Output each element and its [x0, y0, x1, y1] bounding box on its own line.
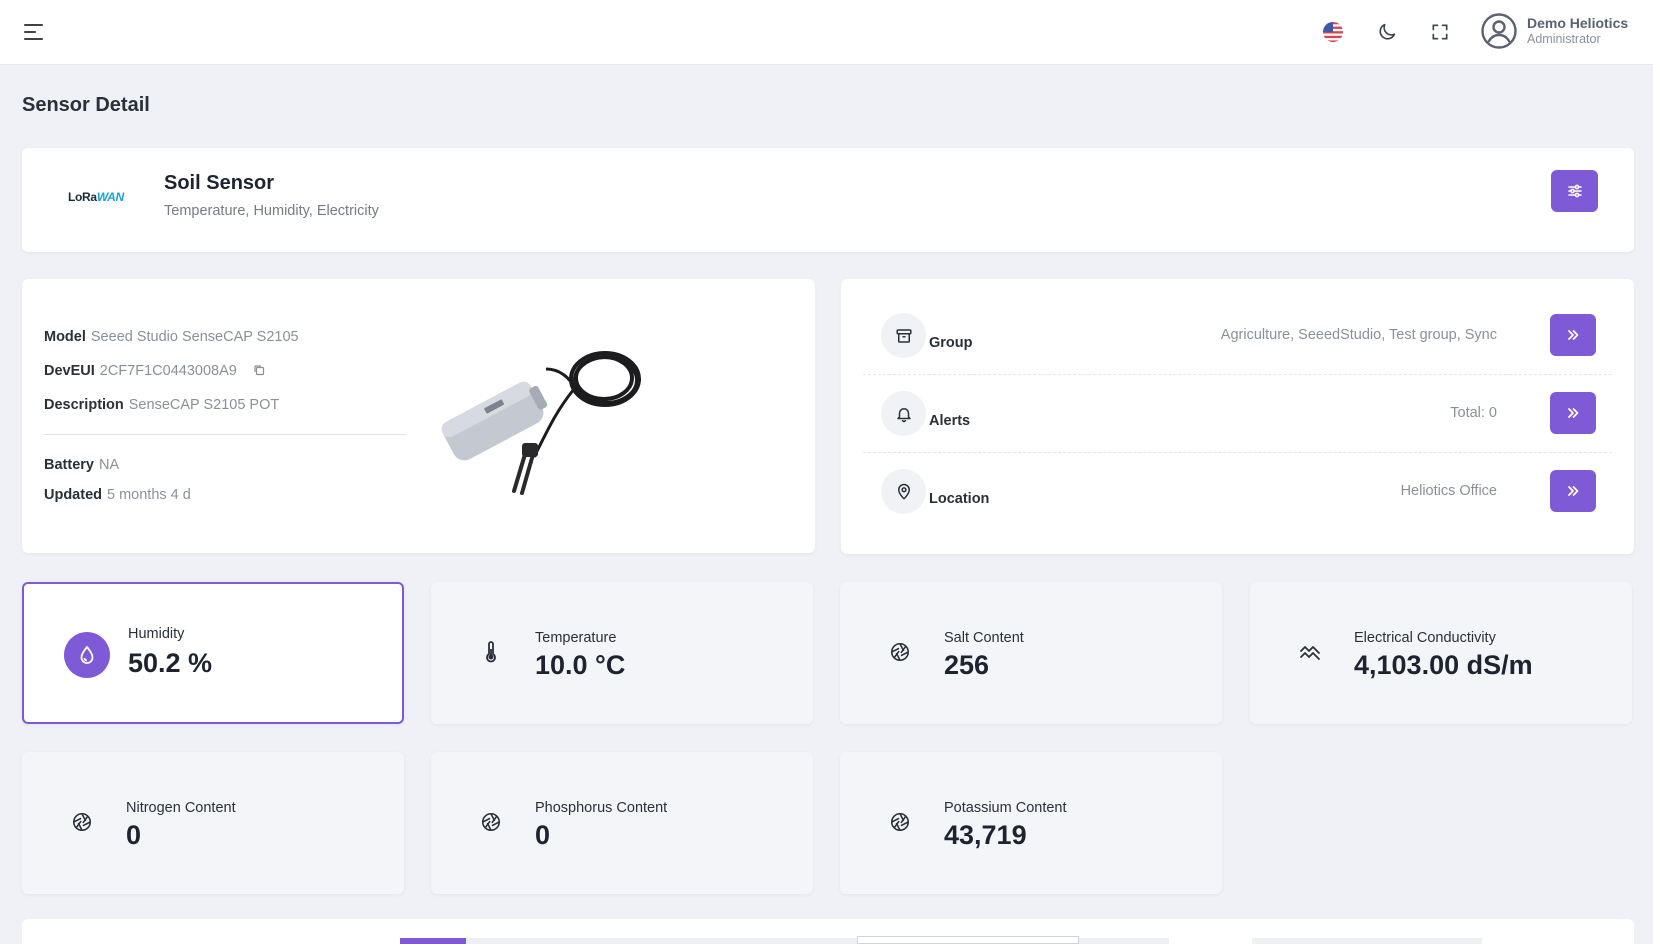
chevrons-right-icon [1568, 486, 1579, 496]
metric-value: 0 [535, 820, 551, 850]
aperture-icon [886, 638, 914, 666]
user-menu[interactable]: Demo Heliotics Administrator [1480, 12, 1628, 50]
group-label: Group [929, 335, 973, 351]
user-role: Administrator [1527, 32, 1601, 46]
metric-card-phosphorus[interactable]: Phosphorus Content 0 [431, 752, 813, 894]
user-circle-icon [1481, 13, 1517, 49]
menu-icon[interactable] [24, 24, 44, 42]
alerts-value: Total: 0 [1450, 405, 1497, 421]
alerts-label: Alerts [929, 413, 971, 429]
group-row: Group Agriculture, SeeedStudio, Test gro… [863, 297, 1612, 375]
alerts-open-button[interactable] [1550, 392, 1596, 434]
metric-value: 4,103.00 dS/m [1354, 650, 1533, 680]
metric-label: Humidity [128, 626, 185, 642]
metric-card-salt[interactable]: Salt Content 256 [840, 582, 1222, 724]
moon-icon[interactable] [1374, 19, 1400, 45]
updated-value: 5 months 4 d [107, 487, 191, 503]
aperture-icon [886, 808, 914, 836]
user-name: Demo Heliotics [1527, 15, 1629, 31]
select-strip[interactable] [1252, 938, 1482, 944]
metric-value: 50.2 % [128, 648, 213, 678]
aperture-icon [477, 808, 505, 836]
metric-card-potassium[interactable]: Potassium Content 43,719 [840, 752, 1222, 894]
map-pin-icon [881, 469, 926, 514]
metric-value: 0 [126, 820, 142, 850]
metric-label: Phosphorus Content [535, 800, 668, 816]
location-row: Location Heliotics Office [863, 453, 1612, 531]
deveui-value: 2CF7F1C0443008A9 [99, 363, 237, 379]
location-label: Location [929, 491, 990, 507]
sensor-device-image [441, 351, 641, 495]
group-open-button[interactable] [1550, 314, 1596, 356]
metric-value: 256 [944, 650, 990, 680]
metric-label: Temperature [535, 630, 617, 646]
divider [44, 434, 406, 435]
metric-label: Salt Content [944, 630, 1024, 646]
battery-row: Battery NA [44, 457, 120, 473]
chevrons-right-icon [1568, 408, 1579, 418]
page-title: Sensor Detail [22, 94, 150, 116]
description-row: Description SenseCAP S2105 POT [44, 397, 280, 413]
chart-card [22, 919, 1634, 944]
sliders-icon [1567, 184, 1582, 198]
sensor-types: Temperature, Humidity, Electricity [164, 203, 379, 219]
metric-value: 10.0 °C [535, 650, 626, 680]
tab-strip[interactable] [466, 938, 866, 944]
metric-label: Electrical Conductivity [1354, 630, 1496, 646]
chevrons-right-icon [1568, 330, 1579, 340]
metric-label: Potassium Content [944, 800, 1067, 816]
metric-label: Nitrogen Content [126, 800, 236, 816]
metric-card-nitrogen[interactable]: Nitrogen Content 0 [22, 752, 404, 894]
metric-card-conductivity[interactable]: Electrical Conductivity 4,103.00 dS/m [1250, 582, 1632, 724]
fullscreen-icon[interactable] [1427, 19, 1453, 45]
filter-strip[interactable] [1079, 938, 1169, 944]
model-value: Seeed Studio SenseCAP S2105 [90, 329, 299, 345]
deveui-row: DevEUI 2CF7F1C0443008A9 [44, 363, 265, 379]
device-info-card: Model Seeed Studio SenseCAP S2105 DevEUI 2… [22, 279, 815, 553]
lorawan-logo: LoRaWAN [68, 190, 124, 204]
settings-button[interactable] [1551, 170, 1598, 212]
date-range-input[interactable] [857, 936, 1079, 944]
metric-value: 43,719 [944, 820, 1027, 850]
bell-icon [881, 391, 926, 436]
group-value: Agriculture, SeeedStudio, Test group, Sy… [1220, 327, 1497, 343]
droplet-icon [64, 632, 110, 678]
wave-icon [1296, 638, 1324, 666]
alerts-row: Alerts Total: 0 [863, 375, 1612, 453]
sensor-name: Soil Sensor [164, 172, 275, 194]
aperture-icon [68, 808, 96, 836]
description-value: SenseCAP S2105 POT [128, 397, 280, 413]
location-value: Heliotics Office [1400, 483, 1497, 499]
active-tab-indicator[interactable] [400, 938, 466, 944]
model-row: Model Seeed Studio SenseCAP S2105 [44, 329, 299, 345]
thermometer-icon [477, 638, 505, 666]
metric-card-temperature[interactable]: Temperature 10.0 °C [431, 582, 813, 724]
location-open-button[interactable] [1550, 470, 1596, 512]
archive-icon [881, 313, 926, 358]
top-bar: Demo Heliotics Administrator [0, 0, 1653, 65]
metric-card-humidity[interactable]: Humidity 50.2 % [22, 582, 404, 724]
sensor-header-card: LoRaWAN Soil Sensor Temperature, Humidit… [22, 148, 1634, 252]
us-flag-icon[interactable] [1320, 19, 1346, 45]
copy-icon[interactable] [253, 364, 265, 376]
battery-value: NA [98, 457, 120, 473]
sensor-meta-card: Group Agriculture, SeeedStudio, Test gro… [841, 279, 1634, 554]
updated-row: Updated 5 months 4 d [44, 487, 191, 503]
